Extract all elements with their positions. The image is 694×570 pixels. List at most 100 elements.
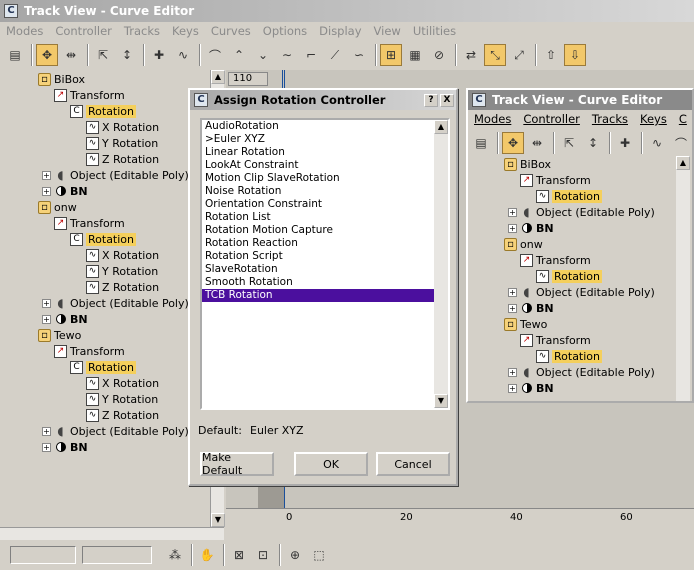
menu-display[interactable]: Display <box>313 24 367 38</box>
menu-tracks[interactable]: Tracks <box>586 112 634 126</box>
tree-item-bn[interactable]: + BN <box>470 220 678 236</box>
scroll-up-icon[interactable]: ▲ <box>676 156 690 170</box>
tangent-icon[interactable]: ⌒ <box>670 132 692 154</box>
list-item[interactable]: Orientation Constraint <box>202 198 434 211</box>
menu-utilities[interactable]: Utilities <box>407 24 462 38</box>
snap-frames-icon[interactable]: ⊞ <box>380 44 402 66</box>
scale-keys-icon[interactable]: ⇱ <box>558 132 580 154</box>
tree-item-object[interactable]: + ◖ Object (Editable Poly) <box>470 204 678 220</box>
lock-tangents-icon[interactable]: ⤢ <box>508 44 530 66</box>
menu-view[interactable]: View <box>368 24 407 38</box>
expand-icon[interactable]: + <box>42 314 51 324</box>
expand-icon[interactable]: + <box>42 442 51 452</box>
tree-item-tewo[interactable]: ▫ Tewo <box>470 316 678 332</box>
expand-icon[interactable]: + <box>42 298 51 308</box>
tree-item-onw[interactable]: ▫ onw <box>470 236 678 252</box>
window-tree-scrollbar[interactable]: ▲ <box>676 156 690 401</box>
list-item[interactable]: Rotation Motion Capture <box>202 224 434 237</box>
list-item[interactable]: Rotation Reaction <box>202 237 434 250</box>
menu-keys[interactable]: Keys <box>166 24 205 38</box>
menu-modes[interactable]: Modes <box>468 112 517 126</box>
add-keys-icon[interactable]: ✚ <box>614 132 636 154</box>
menu-options[interactable]: Options <box>257 24 313 38</box>
tangent-auto-icon[interactable]: ⌒ <box>204 44 226 66</box>
menu-controller[interactable]: Controller <box>49 24 118 38</box>
tree-item-rotation[interactable]: ∿ Rotation <box>470 268 678 284</box>
close-button[interactable]: X <box>440 93 454 107</box>
tree-item-bn[interactable]: + BN <box>470 300 678 316</box>
slide-keys-icon[interactable]: ⇹ <box>60 44 82 66</box>
expand-icon[interactable]: + <box>42 170 51 180</box>
menu-controller[interactable]: Controller <box>517 112 586 126</box>
key-stats-icon[interactable]: ⁂ <box>164 544 186 566</box>
list-item[interactable]: Linear Rotation <box>202 146 434 159</box>
menu-modes[interactable]: Modes <box>0 24 49 38</box>
parameter-curve-icon[interactable]: ▦ <box>404 44 426 66</box>
status-field-1[interactable] <box>10 546 76 564</box>
expand-icon[interactable]: + <box>508 367 517 377</box>
ok-button[interactable]: OK <box>294 452 368 476</box>
menu-keys[interactable]: Keys <box>634 112 673 126</box>
scroll-up-icon[interactable]: ▲ <box>434 120 448 134</box>
expand-icon[interactable]: + <box>508 287 517 297</box>
tree-item-bn[interactable]: + BN <box>470 380 678 396</box>
tree-hscroll[interactable] <box>0 527 224 540</box>
tangent-linear-icon[interactable]: ⟋ <box>324 44 346 66</box>
tree-item-rotation[interactable]: ∿ Rotation <box>470 348 678 364</box>
draw-curves-icon[interactable]: ∿ <box>172 44 194 66</box>
zoom-value-extents-icon[interactable]: ⊡ <box>252 544 274 566</box>
tangent-smooth-icon[interactable]: ∽ <box>348 44 370 66</box>
scroll-down-icon[interactable]: ▼ <box>211 513 225 527</box>
controller-list[interactable]: AudioRotation >Euler XYZ Linear Rotation… <box>200 118 450 410</box>
filter-icon[interactable]: ▤ <box>470 132 492 154</box>
help-button[interactable]: ? <box>424 93 438 107</box>
menu-curves[interactable]: Curves <box>205 24 257 38</box>
draw-curves-icon[interactable]: ∿ <box>646 132 668 154</box>
filter-icon[interactable]: ▤ <box>4 44 26 66</box>
hand-icon[interactable]: ✋ <box>196 544 218 566</box>
time-ruler[interactable]: 0 20 40 60 <box>226 508 694 528</box>
add-keys-icon[interactable]: ✚ <box>148 44 170 66</box>
tree-item-transform[interactable]: ↗ Transform <box>470 172 678 188</box>
tree-item-object[interactable]: + ◖ Object (Editable Poly) <box>470 284 678 300</box>
slide-keys-icon[interactable]: ⇹ <box>526 132 548 154</box>
list-item[interactable]: SlaveRotation <box>202 263 434 276</box>
zoom-region-icon[interactable]: ⬚ <box>308 544 330 566</box>
scale-values-icon[interactable]: ↕ <box>582 132 604 154</box>
tangent-slow-icon[interactable]: ∼ <box>276 44 298 66</box>
status-field-2[interactable] <box>82 546 152 564</box>
list-item[interactable]: Noise Rotation <box>202 185 434 198</box>
frame-field[interactable]: 110 <box>228 72 268 86</box>
tangent-step-icon[interactable]: ⌐ <box>300 44 322 66</box>
scale-keys-icon[interactable]: ⇱ <box>92 44 114 66</box>
make-default-button[interactable]: Make Default <box>200 451 274 477</box>
expand-icon[interactable]: + <box>508 207 517 217</box>
menu-curves[interactable]: C <box>673 112 693 126</box>
list-item[interactable]: Motion Clip SlaveRotation <box>202 172 434 185</box>
tree-item-bibox[interactable]: ▫ BiBox <box>4 71 224 87</box>
tree-item-object[interactable]: + ◖ Object (Editable Poly) <box>470 364 678 380</box>
cancel-button[interactable]: Cancel <box>376 452 450 476</box>
list-item[interactable]: LookAt Constraint <box>202 159 434 172</box>
show-keyable-icon[interactable]: ⇄ <box>460 44 482 66</box>
zoom-horizontal-extents-icon[interactable]: ⊠ <box>228 544 250 566</box>
list-item-selected[interactable]: TCB Rotation <box>202 289 434 302</box>
list-item[interactable]: >Euler XYZ <box>202 133 434 146</box>
tree-item-transform[interactable]: ↗ Transform <box>470 332 678 348</box>
expand-icon[interactable]: + <box>508 303 517 313</box>
move-keys-icon[interactable]: ✥ <box>36 44 58 66</box>
expand-icon[interactable]: + <box>42 426 51 436</box>
tangent-custom-icon[interactable]: ⌃ <box>228 44 250 66</box>
expand-icon[interactable]: + <box>42 186 51 196</box>
scale-values-icon[interactable]: ↕ <box>116 44 138 66</box>
expand-icon[interactable]: + <box>508 383 517 393</box>
move-down-icon[interactable]: ⇩ <box>564 44 586 66</box>
menu-tracks[interactable]: Tracks <box>118 24 166 38</box>
list-item[interactable]: Rotation Script <box>202 250 434 263</box>
move-keys-icon[interactable]: ✥ <box>502 132 524 154</box>
list-scrollbar[interactable]: ▲ ▼ <box>434 120 448 408</box>
scroll-down-icon[interactable]: ▼ <box>434 394 448 408</box>
list-item[interactable]: AudioRotation <box>202 120 434 133</box>
tree-item-transform[interactable]: ↗ Transform <box>470 252 678 268</box>
tangent-fast-icon[interactable]: ⌄ <box>252 44 274 66</box>
